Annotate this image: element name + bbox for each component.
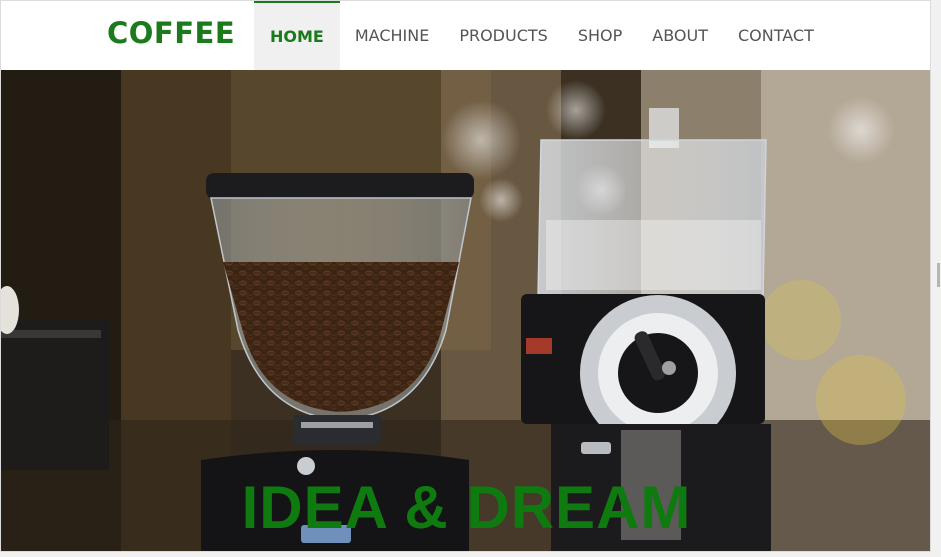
hero-banner: IDEA & DREAM xyxy=(1,70,930,551)
main-nav: HOME MACHINE PRODUCTS SHOP ABOUT CONTACT xyxy=(254,1,829,70)
nav-item-contact[interactable]: CONTACT xyxy=(723,1,829,70)
nav-item-machine[interactable]: MACHINE xyxy=(340,1,444,70)
nav-item-shop[interactable]: SHOP xyxy=(563,1,637,70)
nav-item-about[interactable]: ABOUT xyxy=(637,1,723,70)
scrollbar-thumb[interactable] xyxy=(937,263,940,287)
nav-item-products[interactable]: PRODUCTS xyxy=(444,1,563,70)
hero-caption: IDEA & DREAM xyxy=(241,474,692,541)
nav-item-home[interactable]: HOME xyxy=(254,1,340,70)
page: COFFEE HOME MACHINE PRODUCTS SHOP ABOUT … xyxy=(0,0,931,552)
navbar: COFFEE HOME MACHINE PRODUCTS SHOP ABOUT … xyxy=(1,1,930,70)
brand-logo[interactable]: COFFEE xyxy=(107,15,235,51)
